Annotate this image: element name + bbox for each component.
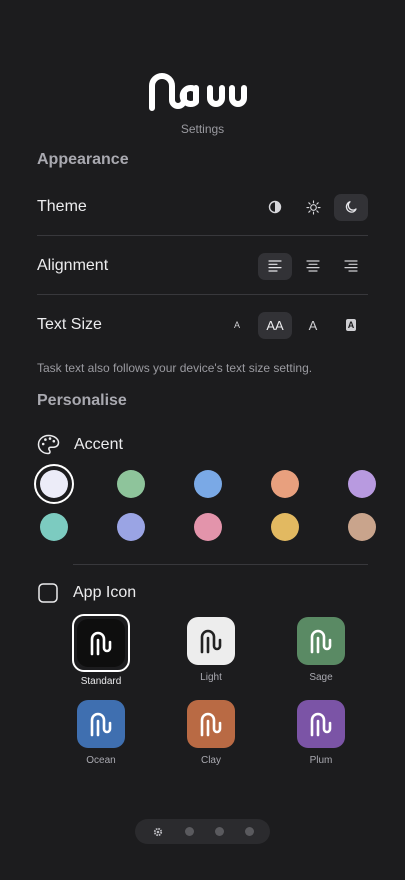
align-left-icon	[268, 260, 282, 272]
text-size-row: Text Size A AA A A	[37, 296, 368, 354]
app-icon-label: App Icon	[73, 584, 137, 601]
personalise-heading: Personalise	[37, 392, 127, 409]
app-square-icon	[38, 583, 58, 603]
app-icon-tile	[77, 700, 125, 748]
app-logo-glyph-icon	[310, 629, 332, 654]
accent-swatch[interactable]	[194, 513, 222, 541]
theme-dark-button[interactable]	[334, 193, 368, 221]
app-icon-option[interactable]: Light	[156, 617, 266, 687]
text-size-default-glyph: AA	[266, 317, 284, 333]
align-left-button[interactable]	[258, 252, 292, 280]
accent-swatch[interactable]	[348, 470, 376, 498]
accent-swatch[interactable]	[40, 513, 68, 541]
text-size-large-glyph: A	[308, 317, 318, 333]
app-icon-tile	[297, 700, 345, 748]
accent-swatches-row-1	[34, 464, 376, 504]
app-icon-tile	[187, 617, 235, 665]
app-logo-glyph-icon	[310, 712, 332, 737]
align-right-icon	[344, 260, 358, 272]
moon-icon	[345, 201, 357, 213]
app-icon-name: Light	[200, 672, 222, 683]
app-logo-glyph-icon	[90, 712, 112, 737]
app-icon-name: Clay	[200, 755, 221, 766]
theme-light-button[interactable]	[296, 194, 330, 221]
app-icon-option[interactable]: Sage	[266, 617, 376, 687]
app-icon-selected-ring	[72, 614, 130, 672]
text-size-label: Text Size	[37, 316, 102, 333]
text-size-default-button[interactable]: AA	[258, 311, 292, 339]
text-size-note: Task text also follows your device's tex…	[37, 361, 313, 375]
align-center-icon	[306, 260, 320, 272]
app-icon-grid: Standard Light Sage Ocean Clay Plum	[46, 614, 376, 766]
app-icon-tile	[297, 617, 345, 665]
palette-icon	[37, 434, 60, 455]
app-icon-tile	[77, 619, 125, 667]
theme-row: Theme	[37, 178, 368, 236]
sun-icon	[305, 199, 321, 215]
contrast-icon	[268, 200, 282, 214]
accent-swatch[interactable]	[117, 470, 145, 498]
page-dot[interactable]	[214, 827, 224, 836]
app-logo-glyph-icon	[90, 631, 112, 656]
theme-label: Theme	[37, 198, 87, 215]
app-icon-name: Plum	[309, 755, 333, 766]
align-right-button[interactable]	[334, 253, 368, 280]
theme-auto-button[interactable]	[258, 194, 292, 221]
gear-icon[interactable]	[152, 826, 164, 838]
accent-title: Accent	[37, 434, 123, 455]
alignment-label: Alignment	[37, 257, 109, 274]
text-size-system-glyph: A	[345, 319, 357, 331]
alignment-row: Alignment	[37, 237, 368, 295]
text-size-large-button[interactable]: A	[296, 312, 330, 339]
divider	[37, 235, 368, 236]
accent-swatch[interactable]	[271, 470, 299, 498]
appearance-heading: Appearance	[37, 151, 129, 168]
app-icon-name: Ocean	[86, 755, 116, 766]
accent-swatches-row-2	[40, 513, 376, 541]
accent-swatch-selected-ring[interactable]	[34, 464, 74, 504]
app-logo	[0, 72, 405, 112]
app-icon-option[interactable]: Ocean	[46, 700, 156, 766]
align-center-button[interactable]	[296, 253, 330, 280]
app-logo-glyph-icon	[200, 712, 222, 737]
text-size-system-button[interactable]: A	[334, 312, 368, 339]
page-dot[interactable]	[184, 827, 194, 836]
app-icon-option[interactable]: Plum	[266, 700, 376, 766]
page-subtitle: Settings	[180, 122, 225, 136]
accent-swatch[interactable]	[194, 470, 222, 498]
divider	[37, 294, 368, 295]
divider	[73, 564, 368, 565]
app-icon-name: Sage	[309, 672, 333, 683]
text-size-segmented-control: A AA A A	[220, 311, 368, 339]
accent-swatch[interactable]	[117, 513, 145, 541]
app-icon-name: Standard	[80, 676, 122, 687]
app-icon-tile	[187, 700, 235, 748]
alignment-segmented-control	[258, 252, 368, 280]
text-size-small-glyph: A	[233, 320, 240, 330]
page-indicator	[135, 819, 270, 844]
accent-label: Accent	[74, 435, 123, 453]
theme-segmented-control	[258, 193, 368, 221]
accent-swatch[interactable]	[348, 513, 376, 541]
page-dot[interactable]	[244, 827, 254, 836]
accent-swatch[interactable]	[271, 513, 299, 541]
app-icon-title: App Icon	[37, 582, 136, 604]
app-logo-glyph-icon	[200, 629, 222, 654]
app-icon-option[interactable]: Standard	[46, 614, 156, 687]
app-icon-option[interactable]: Clay	[156, 700, 266, 766]
accent-swatch[interactable]	[40, 470, 68, 498]
text-size-small-button[interactable]: A	[220, 312, 254, 339]
